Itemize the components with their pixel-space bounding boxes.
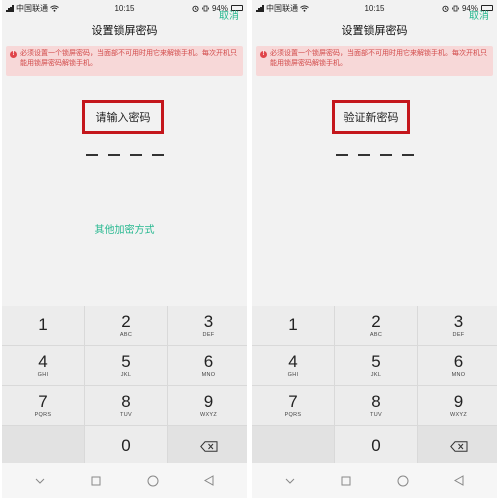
vibrate-icon xyxy=(452,5,459,11)
nav-square-icon xyxy=(341,476,351,485)
nav-down-button[interactable] xyxy=(32,473,48,489)
cancel-button[interactable]: 取消 xyxy=(469,7,489,22)
key-7[interactable]: 7 PQRS xyxy=(2,386,84,425)
backspace-icon xyxy=(199,440,217,452)
wifi-icon xyxy=(50,4,59,12)
numeric-keypad: 1 2 ABC 3 DEF 4 GHI 5 JKL 6 MNO 7 PQRS 8 TUV 9W… xyxy=(2,306,247,466)
key-3[interactable]: 3 DEF xyxy=(418,306,497,345)
key-0[interactable]: 0 xyxy=(335,426,417,466)
key-1[interactable]: 1 xyxy=(2,306,84,345)
nav-down-icon xyxy=(285,478,295,484)
alarm-icon xyxy=(192,5,199,12)
key-empty xyxy=(2,426,84,466)
key-8[interactable]: 8 TUV xyxy=(335,386,417,425)
warning-text: 必须设置一个锁屏密码，当面部不可用时用它来解锁手机。每次开机只能用锁屏密码解锁手… xyxy=(270,50,487,67)
key-8[interactable]: 8 TUV xyxy=(85,386,167,425)
pin-indicator xyxy=(2,154,247,156)
delete-key[interactable] xyxy=(168,426,247,466)
pin-slot xyxy=(401,154,414,156)
nav-recents-button[interactable] xyxy=(88,473,104,489)
pin-slot xyxy=(85,154,98,156)
pin-slot xyxy=(357,154,370,156)
pin-indicator xyxy=(252,154,497,156)
password-prompt: 请输入密码 xyxy=(82,100,164,134)
status-bar: 中国联通 10:15 94% xyxy=(252,0,497,16)
nav-recents-button[interactable] xyxy=(338,473,354,489)
page-title: 设置锁屏密码 xyxy=(91,25,158,37)
key-9[interactable]: 9 WXYZ xyxy=(418,386,497,425)
pin-slot xyxy=(151,154,164,156)
nav-home-button[interactable] xyxy=(395,473,411,489)
key-3[interactable]: 3 DEF xyxy=(168,306,247,345)
other-encryption-method-link[interactable]: 其他加密方式 xyxy=(2,221,247,236)
status-time: 10:15 xyxy=(364,3,385,13)
password-prompt-label: 验证新密码 xyxy=(343,112,399,124)
warning-banner: ! 必须设置一个锁屏密码，当面部不可用时用它来解锁手机。每次开机只能用锁屏密码解… xyxy=(6,46,243,76)
numeric-keypad: 1 2 ABC 3 DEF 4 GHI 5 JKL 6 MNO 7 PQRS 8 TUV 9W… xyxy=(252,306,497,466)
nav-back-triangle-icon xyxy=(203,475,214,486)
nav-down-button[interactable] xyxy=(282,473,298,489)
pin-slot xyxy=(379,154,392,156)
nav-back-button[interactable] xyxy=(451,473,467,489)
delete-key[interactable] xyxy=(418,426,497,466)
nav-back-button[interactable] xyxy=(201,473,217,489)
key-5[interactable]: 5 JKL xyxy=(335,346,417,385)
status-time: 10:15 xyxy=(114,3,135,13)
vibrate-icon xyxy=(202,5,209,11)
phone-screen-verify-password: 中国联通 10:15 94% 设置锁屏密码 取消 ! 必须设置一个锁屏密码，当面… xyxy=(252,0,497,498)
nav-home-button[interactable] xyxy=(145,473,161,489)
key-2[interactable]: 2 ABC xyxy=(335,306,417,345)
key-empty xyxy=(252,426,334,466)
key-4[interactable]: 4 GHI xyxy=(2,346,84,385)
cancel-button[interactable]: 取消 xyxy=(219,7,239,22)
carrier-label: 中国联通 xyxy=(16,3,48,13)
pin-slot xyxy=(129,154,142,156)
navigation-bar xyxy=(2,463,247,498)
password-prompt-label: 请输入密码 xyxy=(95,112,151,124)
wifi-icon xyxy=(300,4,309,12)
nav-circle-icon xyxy=(397,475,409,486)
key-6[interactable]: 6 MNO xyxy=(418,346,497,385)
pin-slot xyxy=(335,154,348,156)
nav-circle-icon xyxy=(147,475,159,486)
nav-down-icon xyxy=(35,478,45,484)
key-9[interactable]: 9 WXYZ xyxy=(168,386,247,425)
page-title: 设置锁屏密码 xyxy=(341,25,408,37)
carrier-label: 中国联通 xyxy=(266,3,298,13)
key-0[interactable]: 0 xyxy=(85,426,167,466)
key-7[interactable]: 7 PQRS xyxy=(252,386,334,425)
signal-icon xyxy=(6,4,14,12)
key-4[interactable]: 4 GHI xyxy=(252,346,334,385)
signal-icon xyxy=(256,4,264,12)
key-1[interactable]: 1 xyxy=(252,306,334,345)
nav-back-triangle-icon xyxy=(453,475,464,486)
warning-text: 必须设置一个锁屏密码，当面部不可用时用它来解锁手机。每次开机只能用锁屏密码解锁手… xyxy=(20,50,237,67)
nav-square-icon xyxy=(91,476,101,485)
key-2[interactable]: 2 ABC xyxy=(85,306,167,345)
key-6[interactable]: 6 MNO xyxy=(168,346,247,385)
navigation-bar xyxy=(252,463,497,498)
key-5[interactable]: 5 JKL xyxy=(85,346,167,385)
status-bar: 中国联通 10:15 94% xyxy=(2,0,247,16)
phone-screen-enter-password: 中国联通 10:15 94% 设置锁屏密码 取消 ! 必须设置一个锁屏密码，当面… xyxy=(2,0,247,498)
warning-icon: ! xyxy=(260,51,267,58)
backspace-icon xyxy=(449,440,467,452)
pin-slot xyxy=(107,154,120,156)
password-prompt: 验证新密码 xyxy=(332,100,410,134)
warning-banner: ! 必须设置一个锁屏密码，当面部不可用时用它来解锁手机。每次开机只能用锁屏密码解… xyxy=(256,46,493,76)
alarm-icon xyxy=(442,5,449,12)
warning-icon: ! xyxy=(10,51,17,58)
